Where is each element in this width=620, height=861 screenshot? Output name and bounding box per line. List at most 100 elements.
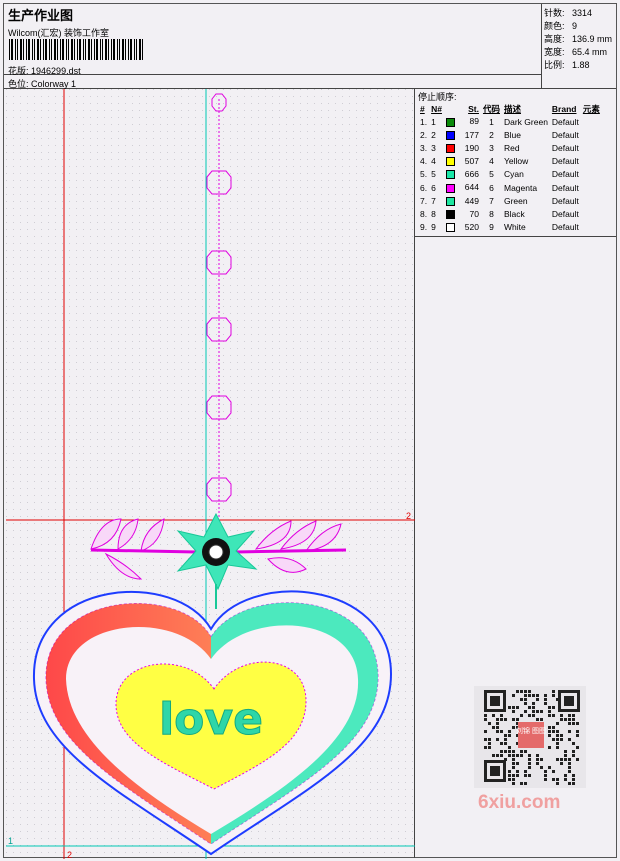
stitch-cell: 507: [444, 155, 481, 168]
brand: Default: [551, 116, 579, 127]
color-description: Dark Green: [503, 116, 548, 127]
row-number: 8: [431, 208, 436, 219]
brand: Default: [551, 195, 579, 206]
stat-value: 65.4 mm: [572, 47, 608, 57]
color-swatch-box: [445, 117, 455, 127]
row-number: 9: [431, 222, 436, 233]
stitch-count: 666: [464, 169, 479, 180]
color-description: White: [503, 222, 526, 233]
brand: Default: [551, 208, 579, 219]
row-number: 4: [431, 156, 436, 167]
row-number: 1: [431, 116, 436, 127]
color-swatch-box: [445, 210, 455, 220]
stitch-count: 449: [464, 195, 479, 206]
color-code: 9: [489, 222, 494, 233]
stat-value: 136.9 mm: [572, 34, 613, 44]
row-number: 6: [431, 182, 436, 193]
stitch-cell: 449: [444, 194, 481, 207]
color-description: Red: [503, 142, 520, 153]
love-text: love: [159, 694, 263, 745]
brand: Default: [551, 222, 579, 233]
stitch-count: 520: [464, 221, 479, 232]
stitch-count: 507: [464, 156, 479, 167]
stitch-cell: 520: [444, 221, 481, 234]
row-index: 7.: [420, 195, 428, 206]
column-header: N#: [431, 104, 442, 114]
color-swatch-box: [445, 196, 455, 206]
color-description: Black: [503, 208, 525, 219]
watermark-text: 6xiu.com: [478, 792, 561, 813]
stats-divider: [541, 4, 542, 88]
color-swatch-box: [445, 144, 455, 154]
colorway-label: 色位:: [8, 79, 29, 89]
column-header: Brand: [551, 104, 577, 114]
color-swatch-box: [445, 223, 455, 233]
stat-label: 针数:: [544, 8, 565, 18]
brand: Default: [551, 169, 579, 180]
stat-label: 高度:: [544, 34, 565, 44]
stat-colors: 颜色: 9: [544, 19, 577, 32]
table-bottom-line: [414, 236, 616, 237]
row-index: 1.: [420, 116, 428, 127]
table-row: 4. 4 507 4 Yellow Default: [418, 155, 602, 168]
marker-corner-label: 1: [8, 836, 13, 846]
table-row: 3. 3 190 3 Red Default: [418, 141, 602, 154]
color-description: Magenta: [503, 182, 538, 193]
color-description: Cyan: [503, 169, 524, 180]
stitch-count: 177: [464, 129, 479, 140]
table-header-row: # N# St. 代码 描述 Brand 元素: [418, 103, 602, 115]
color-code: 3: [489, 142, 494, 153]
row-index: 9.: [420, 222, 428, 233]
color-code: 5: [489, 169, 494, 180]
stop-sequence-table: # N# St. 代码 描述 Brand 元素 1. 1 89 1 Dark Green…: [418, 103, 602, 234]
column-header: St.: [468, 104, 479, 114]
stitch-count: 70: [469, 208, 479, 219]
column-header: #: [420, 104, 425, 114]
table-row: 8. 8 70 8 Black Default: [418, 207, 602, 220]
brand: Default: [551, 182, 579, 193]
stat-value: 1.88: [572, 60, 590, 70]
color-code: 1: [489, 116, 494, 127]
column-header: 元素: [582, 104, 600, 114]
design-canvas[interactable]: 2 2 1 love: [6, 89, 415, 859]
marker-vertical-label: 2: [67, 850, 72, 859]
column-header: 描述: [503, 104, 521, 114]
page-title: 生产作业图: [8, 8, 74, 23]
color-code: 7: [489, 195, 494, 206]
row-index: 4.: [420, 156, 428, 167]
color-description: Blue: [503, 129, 521, 140]
stat-height: 高度: 136.9 mm: [544, 32, 612, 45]
table-row: 6. 6 644 6 Magenta Default: [418, 181, 602, 194]
qr-code-image: 刘锦 图图: [474, 686, 586, 788]
qr-center-label: 刘锦 图图: [516, 726, 546, 735]
stat-label: 宽度:: [544, 47, 565, 57]
stitch-count: 644: [464, 182, 479, 193]
row-index: 6.: [420, 182, 428, 193]
color-swatch-box: [445, 157, 455, 167]
stitch-cell: 644: [444, 181, 481, 194]
row-number: 3: [431, 142, 436, 153]
stitch-count: 89: [469, 116, 479, 127]
barcode-image: [9, 39, 143, 60]
design-row: 花版: 1946299.dst: [8, 64, 81, 77]
brand: Default: [551, 156, 579, 167]
color-code: 4: [489, 156, 494, 167]
row-index: 3.: [420, 142, 428, 153]
color-swatch-box: [445, 170, 455, 180]
stat-width: 宽度: 65.4 mm: [544, 45, 607, 58]
row-number: 5: [431, 169, 436, 180]
stat-value: 9: [572, 21, 578, 31]
color-code: 8: [489, 208, 494, 219]
row-number: 2: [431, 129, 436, 140]
row-index: 8.: [420, 208, 428, 219]
production-worksheet: 生产作业图 Wilcom(汇宏) 装饰工作室 花版: 1946299.dst 色…: [3, 3, 617, 859]
row-index: 2.: [420, 129, 428, 140]
table-row: 9. 9 520 9 White Default: [418, 221, 602, 234]
design-file-name: 1946299.dst: [31, 66, 81, 76]
color-description: Green: [503, 195, 528, 206]
stitch-cell: 177: [444, 128, 481, 141]
stitch-cell: 70: [444, 207, 481, 220]
design-label: 花版:: [8, 66, 29, 76]
color-description: Yellow: [503, 156, 529, 167]
stat-scale: 比例: 1.88: [544, 58, 590, 71]
